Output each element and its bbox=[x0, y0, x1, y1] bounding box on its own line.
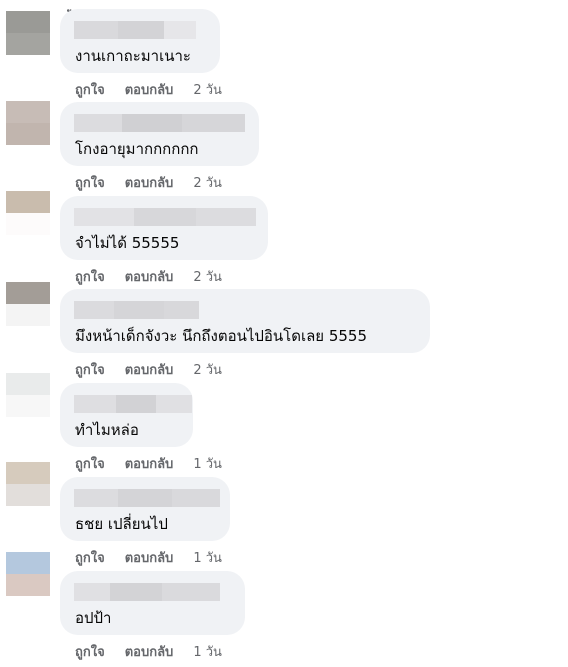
comment-text: จำไม่ได้ 55555 bbox=[75, 234, 180, 252]
commenter-name-blurred[interactable] bbox=[74, 301, 199, 319]
comment-timestamp[interactable]: 1 วัน bbox=[193, 547, 222, 568]
like-button[interactable]: ถูกใจ bbox=[75, 79, 105, 100]
comment-actions: ถูกใจ ตอบกลับ 1 วัน bbox=[75, 641, 222, 661]
comment-actions: ถูกใจ ตอบกลับ 1 วัน bbox=[75, 547, 222, 567]
comment-item: ทำไมหล่อ ถูกใจ ตอบกลับ 1 วัน bbox=[0, 383, 568, 477]
comment-text: โกงอายุมากกกกกก bbox=[75, 140, 199, 158]
comment-item: งานเกาถะมาเนาะ ถูกใจ ตอบกลับ 2 วัน bbox=[0, 9, 568, 103]
reply-button[interactable]: ตอบกลับ bbox=[125, 266, 174, 287]
commenter-name-blurred[interactable] bbox=[74, 489, 220, 507]
comment-timestamp[interactable]: 2 วัน bbox=[193, 359, 222, 380]
comment-text: ทำไมหล่อ bbox=[75, 421, 139, 439]
comment-actions: ถูกใจ ตอบกลับ 2 วัน bbox=[75, 79, 222, 99]
comment-timestamp[interactable]: 2 วัน bbox=[193, 79, 222, 100]
comment-text: งานเกาถะมาเนาะ bbox=[75, 47, 191, 65]
reply-button[interactable]: ตอบกลับ bbox=[125, 79, 174, 100]
comment-actions: ถูกใจ ตอบกลับ 2 วัน bbox=[75, 266, 222, 286]
reply-button[interactable]: ตอบกลับ bbox=[125, 172, 174, 193]
comment-item: มึงหน้าเด็กจังวะ นึกถึงตอนไปอินโดเลย 555… bbox=[0, 289, 568, 383]
comment-bubble: มึงหน้าเด็กจังวะ นึกถึงตอนไปอินโดเลย 555… bbox=[60, 289, 430, 353]
like-button[interactable]: ถูกใจ bbox=[75, 547, 105, 568]
like-button[interactable]: ถูกใจ bbox=[75, 641, 105, 662]
commenter-name-blurred[interactable] bbox=[74, 21, 196, 39]
comment-timestamp[interactable]: 2 วัน bbox=[193, 266, 222, 287]
reply-button[interactable]: ตอบกลับ bbox=[125, 359, 174, 380]
reply-button[interactable]: ตอบกลับ bbox=[125, 547, 174, 568]
comment-text: อปป้า bbox=[75, 609, 112, 627]
commenter-name-blurred[interactable] bbox=[74, 208, 256, 226]
comment-timestamp[interactable]: 2 วัน bbox=[193, 172, 222, 193]
like-button[interactable]: ถูกใจ bbox=[75, 359, 105, 380]
comment-item: อปป้า ถูกใจ ตอบกลับ 1 วัน bbox=[0, 571, 568, 665]
comment-text: มึงหน้าเด็กจังวะ นึกถึงตอนไปอินโดเลย 555… bbox=[75, 327, 368, 345]
reply-button[interactable]: ตอบกลับ bbox=[125, 641, 174, 662]
commenter-name-blurred[interactable] bbox=[74, 395, 192, 413]
comment-item: จำไม่ได้ 55555 ถูกใจ ตอบกลับ 2 วัน bbox=[0, 196, 568, 290]
like-button[interactable]: ถูกใจ bbox=[75, 172, 105, 193]
comment-bubble: ธชย เปลี่ยนไป bbox=[60, 477, 230, 541]
comment-item: โกงอายุมากกกกกก ถูกใจ ตอบกลับ 2 วัน bbox=[0, 102, 568, 196]
comment-bubble: อปป้า bbox=[60, 571, 245, 635]
like-button[interactable]: ถูกใจ bbox=[75, 453, 105, 474]
comment-bubble: โกงอายุมากกกกกก bbox=[60, 102, 259, 166]
comment-actions: ถูกใจ ตอบกลับ 2 วัน bbox=[75, 172, 222, 192]
comment-timestamp[interactable]: 1 วัน bbox=[193, 453, 222, 474]
comment-bubble: ทำไมหล่อ bbox=[60, 383, 193, 447]
comment-actions: ถูกใจ ตอบกลับ 2 วัน bbox=[75, 359, 222, 379]
comment-text: ธชย เปลี่ยนไป bbox=[75, 515, 168, 533]
reply-button[interactable]: ตอบกลับ bbox=[125, 453, 174, 474]
comment-actions: ถูกใจ ตอบกลับ 1 วัน bbox=[75, 453, 222, 473]
comment-item: ธชย เปลี่ยนไป ถูกใจ ตอบกลับ 1 วัน bbox=[0, 477, 568, 571]
commenter-name-blurred[interactable] bbox=[74, 114, 245, 132]
comment-thread: ู งานเกาถะมาเนาะ ถูกใจ ตอบกลับ 2 วัน bbox=[0, 0, 568, 667]
commenter-name-blurred[interactable] bbox=[74, 583, 220, 601]
comment-bubble: จำไม่ได้ 55555 bbox=[60, 196, 268, 260]
comment-bubble: งานเกาถะมาเนาะ bbox=[60, 9, 220, 73]
comment-timestamp[interactable]: 1 วัน bbox=[193, 641, 222, 662]
like-button[interactable]: ถูกใจ bbox=[75, 266, 105, 287]
